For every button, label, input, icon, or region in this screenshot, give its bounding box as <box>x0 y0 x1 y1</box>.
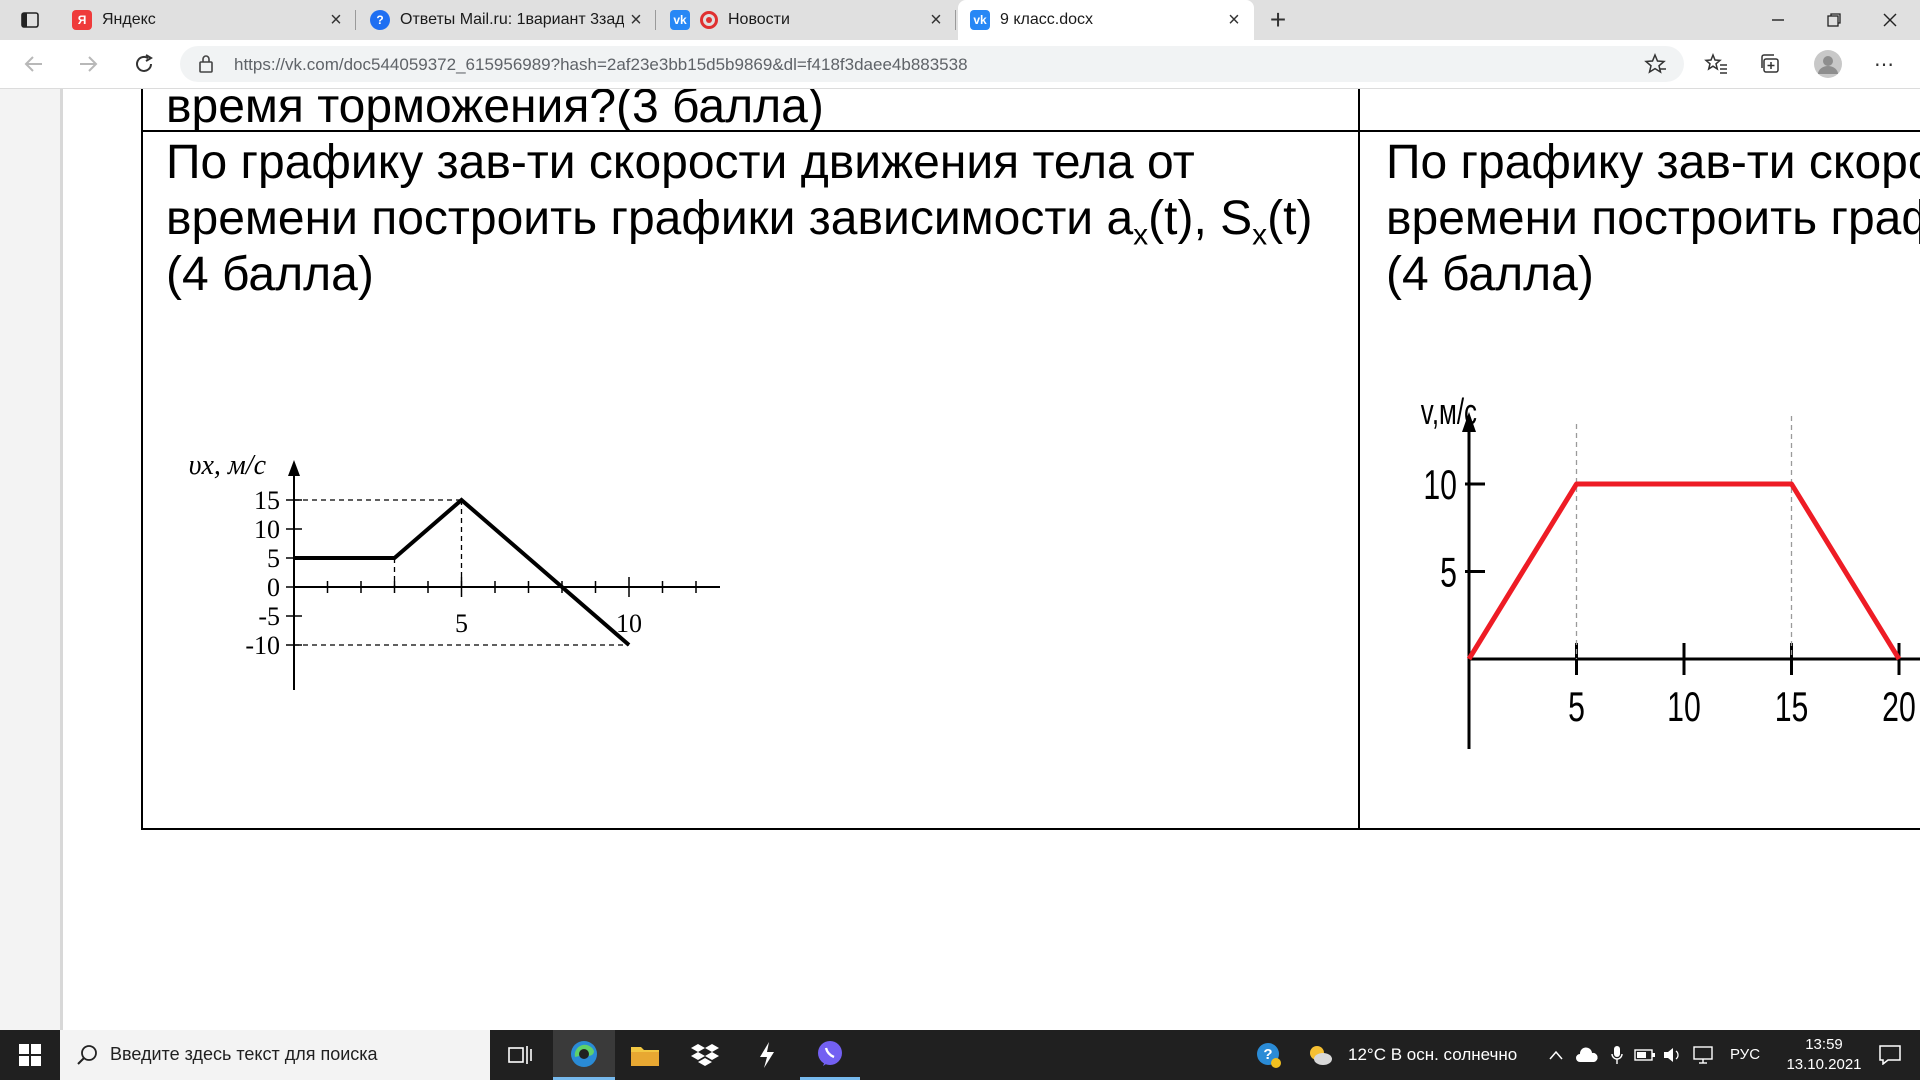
velocity-chart-right: 5 10 15 20 10 5 v,м/с <box>1421 392 1920 749</box>
table-border-bottom <box>141 828 1920 830</box>
x-tick-label: 10 <box>616 609 642 638</box>
previous-task-text: время торможения?(3 балла) <box>166 89 824 133</box>
weather-icon[interactable] <box>1300 1030 1340 1080</box>
microphone-icon[interactable] <box>1604 1030 1630 1080</box>
onedrive-cloud-icon[interactable] <box>1572 1030 1602 1080</box>
taskbar-search[interactable]: Введите здесь текст для поиска <box>60 1030 490 1080</box>
x-tick-label: 20 <box>1882 683 1916 730</box>
tab-9-klass-docx[interactable]: vk 9 класс.docx × <box>958 0 1254 40</box>
svg-text:?: ? <box>1263 1046 1272 1063</box>
y-tick-label: 15 <box>254 486 280 515</box>
search-icon <box>76 1044 98 1071</box>
page-margin <box>0 89 63 1030</box>
address-bar[interactable]: https://vk.com/doc544059372_615956989?ha… <box>180 46 1684 82</box>
document-viewer: время торможения?(3 балла) По графику за… <box>0 89 1920 1030</box>
recording-icon <box>700 11 718 29</box>
windows-start-icon[interactable] <box>0 1030 60 1080</box>
clock-time: 13:59 <box>1805 1036 1843 1053</box>
lock-icon[interactable] <box>198 54 214 79</box>
close-icon[interactable]: × <box>624 8 648 32</box>
close-window-icon[interactable] <box>1874 4 1906 36</box>
velocity-chart-left: 5101520151050-5-10υx, м/сt, c <box>189 450 720 690</box>
tab-news[interactable]: vk Новости × <box>658 0 956 40</box>
y-tick-label: 10 <box>254 515 280 544</box>
y-tick-label: 5 <box>1440 549 1457 596</box>
y-axis-label: υx, м/с <box>189 450 267 481</box>
forward-icon[interactable] <box>72 48 104 80</box>
weather-text[interactable]: 12°C В осн. солнечно <box>1348 1045 1517 1065</box>
table-border-left <box>141 89 143 830</box>
tab-title: Яндекс <box>102 11 156 28</box>
y-tick-label: -5 <box>258 602 280 631</box>
x-tick-label: 5 <box>1568 683 1585 730</box>
y-tick-label: 0 <box>267 573 280 602</box>
new-tab-button[interactable]: + <box>1262 4 1294 36</box>
task-text-line1-right: По графику зав-ти скоро <box>1386 136 1920 189</box>
y-axis-label: v,м/с <box>1421 392 1477 432</box>
search-input[interactable]: Введите здесь текст для поиска <box>110 1044 378 1065</box>
x-tick-label: 10 <box>1667 683 1701 730</box>
y-tick-label: 5 <box>267 544 280 573</box>
add-favorite-icon[interactable] <box>1644 53 1666 80</box>
navigation-bar: https://vk.com/doc544059372_615956989?ha… <box>0 40 1920 89</box>
chevron-up-icon[interactable] <box>1542 1030 1570 1080</box>
task-view-icon[interactable] <box>490 1030 550 1080</box>
vk-icon: vk <box>670 10 690 30</box>
tab-strip: Я Яндекс × ? Ответы Mail.ru: 1вариант 3з… <box>0 0 1920 40</box>
edge-browser-icon[interactable] <box>553 1030 615 1080</box>
close-icon[interactable]: × <box>924 8 948 32</box>
battery-icon[interactable] <box>1632 1030 1658 1080</box>
taskbar: Введите здесь текст для поиска ? 12°C В … <box>0 1030 1920 1080</box>
tab-actions-icon[interactable] <box>14 4 46 36</box>
lightning-app-icon[interactable] <box>737 1030 797 1080</box>
mailru-answers-icon: ? <box>370 10 390 30</box>
restore-icon[interactable] <box>1818 4 1850 36</box>
tab-title: Ответы Mail.ru: 1вариант 3задание <box>400 11 624 28</box>
table-border-middle <box>1358 89 1360 830</box>
y-tick-label: -10 <box>245 631 280 660</box>
settings-more-icon[interactable]: ⋯ <box>1868 48 1900 80</box>
task-text-line2-right: времени построить граф <box>1386 192 1920 245</box>
notifications-icon[interactable] <box>1860 1030 1920 1080</box>
task-points: (4 балла) <box>166 248 374 301</box>
clock-date: 13.10.2021 <box>1786 1056 1862 1073</box>
collections-icon[interactable] <box>1754 48 1786 80</box>
y-axis-arrow <box>288 460 300 476</box>
task-points-right: (4 балла) <box>1386 248 1594 301</box>
help-icon[interactable]: ? <box>1244 1030 1294 1080</box>
viber-icon[interactable] <box>800 1030 860 1080</box>
yandex-icon: Я <box>72 10 92 30</box>
dropbox-icon[interactable] <box>675 1030 735 1080</box>
file-explorer-icon[interactable] <box>615 1030 675 1080</box>
minimize-icon[interactable] <box>1762 4 1794 36</box>
clock[interactable]: 13:59 13.10.2021 <box>1774 1035 1874 1075</box>
x-tick-label: 5 <box>455 609 468 638</box>
close-icon[interactable]: × <box>1222 8 1246 32</box>
tab-yandex[interactable]: Я Яндекс × <box>60 0 356 40</box>
close-icon[interactable]: × <box>324 8 348 32</box>
tab-title: 9 класс.docx <box>1000 11 1093 28</box>
url-text[interactable]: https://vk.com/doc544059372_615956989?ha… <box>234 55 968 75</box>
network-icon[interactable] <box>1688 1030 1718 1080</box>
profile-avatar-icon[interactable] <box>1812 48 1844 80</box>
refresh-icon[interactable] <box>128 48 160 80</box>
y-tick-label: 10 <box>1423 461 1457 508</box>
velocity-line <box>1466 481 1902 661</box>
vk-icon: vk <box>970 10 990 30</box>
x-tick-label: 15 <box>1775 683 1809 730</box>
back-icon[interactable] <box>18 48 50 80</box>
favorites-icon[interactable] <box>1700 48 1732 80</box>
task-text-line1: По графику зав-ти скорости движения тела… <box>166 136 1195 189</box>
volume-icon[interactable] <box>1660 1030 1686 1080</box>
tab-title: Новости <box>728 11 790 28</box>
tab-mailru-answers[interactable]: ? Ответы Mail.ru: 1вариант 3задание × <box>358 0 656 40</box>
input-language[interactable]: РУС <box>1730 1046 1760 1063</box>
